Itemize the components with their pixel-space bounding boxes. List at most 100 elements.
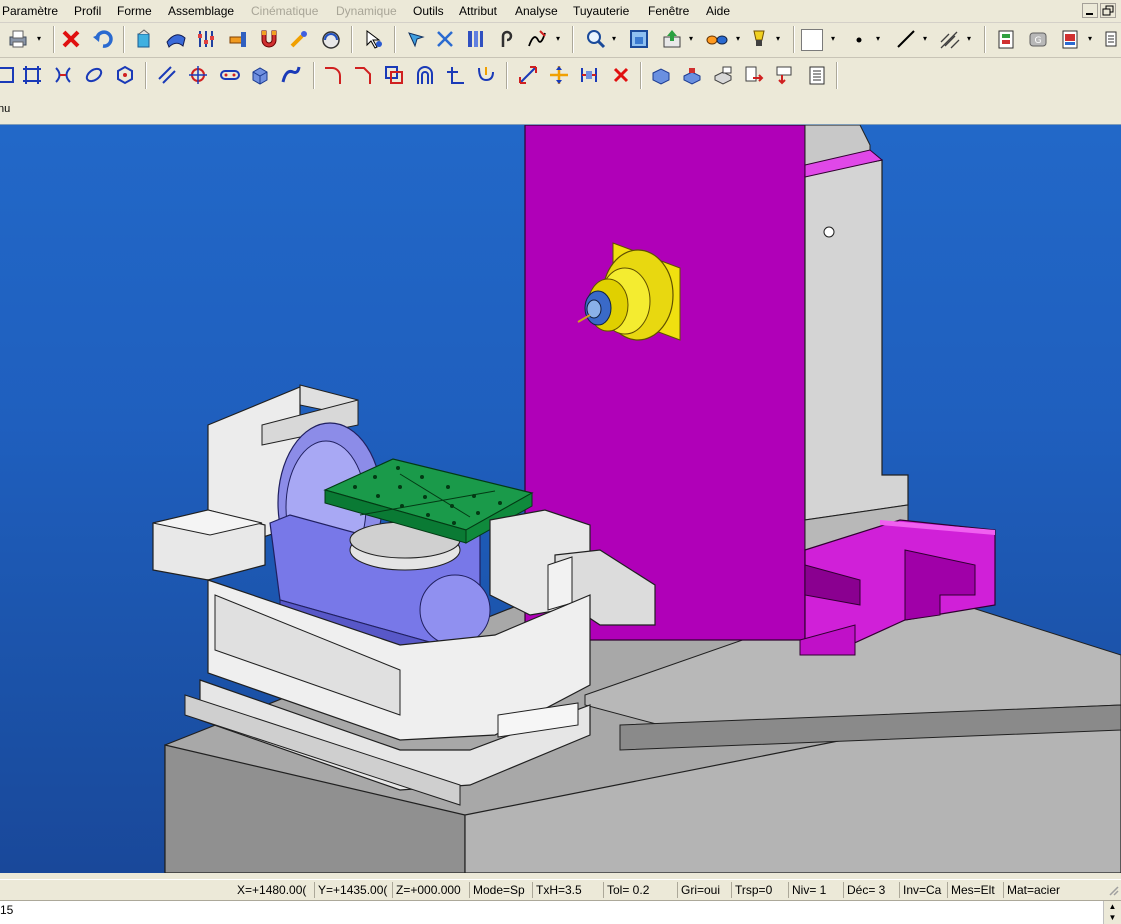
columns-icon[interactable] <box>463 27 487 51</box>
zoom-icon[interactable] <box>584 27 608 51</box>
polygon-icon[interactable] <box>113 63 137 87</box>
glasses-icon[interactable] <box>705 27 729 51</box>
align-icon[interactable] <box>577 63 601 87</box>
menu-assemblage[interactable]: Assemblage <box>168 4 234 18</box>
export-dropdown-icon[interactable]: ▾ <box>689 35 696 43</box>
measure-icon[interactable] <box>319 27 343 51</box>
union-icon[interactable] <box>382 63 406 87</box>
axes-icon[interactable] <box>443 63 467 87</box>
print-icon[interactable] <box>6 27 30 51</box>
dot-dropdown-icon[interactable]: ▾ <box>876 35 883 43</box>
svg-text:G: G <box>1035 36 1042 46</box>
hatch-icon[interactable] <box>938 27 962 51</box>
sliders-icon[interactable] <box>194 27 218 51</box>
menu-attribut[interactable]: Attribut <box>459 4 497 18</box>
trim-icon[interactable] <box>51 63 75 87</box>
zoom-dropdown-icon[interactable]: ▾ <box>612 35 619 43</box>
status-trsp: Trsp=0 <box>731 882 787 898</box>
restore-icon[interactable] <box>1100 3 1116 18</box>
doc-dropdown-icon[interactable]: ▾ <box>1088 35 1095 43</box>
menu-analyse[interactable]: Analyse <box>515 4 558 18</box>
status-tol: Tol= 0.2 <box>603 882 675 898</box>
cross-icon[interactable] <box>433 27 457 51</box>
3d-viewport[interactable] <box>0 125 1121 873</box>
status-txh: TxH=3.5 <box>532 882 604 898</box>
minimize-icon[interactable] <box>1082 3 1098 18</box>
list-icon[interactable] <box>805 63 829 87</box>
color-swatch[interactable] <box>801 29 823 51</box>
parallel-icon[interactable] <box>155 63 179 87</box>
menu-forme[interactable]: Forme <box>117 4 152 18</box>
hatch-dropdown-icon[interactable]: ▾ <box>967 35 974 43</box>
status-inv: Inv=Ca <box>899 882 947 898</box>
delete-icon[interactable] <box>59 27 83 51</box>
status-y: Y=+1435.00( <box>314 882 394 898</box>
target-icon[interactable] <box>186 63 210 87</box>
undo-icon[interactable] <box>91 27 115 51</box>
select-arrow-icon[interactable] <box>362 27 386 51</box>
toolbar-draw <box>0 59 1121 92</box>
wand-icon[interactable] <box>287 27 311 51</box>
dimension-icon[interactable] <box>516 63 540 87</box>
toolbar-main: ▾ ▾ ▾ ▾ ▾ ▾ ▾ ▾ ▾ ▾ G ▾ <box>0 23 1121 56</box>
layer-d-icon[interactable] <box>742 63 766 87</box>
status-z: Z=+000.000 <box>392 882 467 898</box>
command-text: 15 <box>0 903 14 917</box>
group-icon[interactable]: G <box>1026 27 1050 51</box>
machine-model <box>152 125 1121 873</box>
color-dropdown-icon[interactable]: ▾ <box>831 35 838 43</box>
lamp-icon[interactable] <box>747 27 771 51</box>
menu-dynamique[interactable]: Dynamique <box>336 4 397 18</box>
frame-icon[interactable] <box>20 63 44 87</box>
menu-aide[interactable]: Aide <box>706 4 730 18</box>
dot-style-icon[interactable] <box>847 27 871 51</box>
layer-b-icon[interactable] <box>680 63 704 87</box>
edit-dropdown-icon[interactable]: ▾ <box>556 35 563 43</box>
status-mode: Mode=Sp <box>469 882 531 898</box>
status-mat: Mat=acier <box>1003 882 1103 898</box>
close-red-icon[interactable] <box>609 63 633 87</box>
status-x: X=+1480.00( <box>237 883 307 897</box>
print-dropdown-icon[interactable]: ▾ <box>37 35 44 43</box>
spring-icon[interactable] <box>474 63 498 87</box>
menu-cinematique[interactable]: Cinématique <box>251 4 318 18</box>
menu-fenetre[interactable]: Fenêtre <box>648 4 689 18</box>
layer-c-icon[interactable] <box>711 63 735 87</box>
overflow-icon[interactable] <box>1099 27 1121 51</box>
chamfer-icon[interactable] <box>351 63 375 87</box>
rect-icon[interactable] <box>0 63 18 87</box>
fill-icon[interactable] <box>132 27 156 51</box>
line-style-icon[interactable] <box>894 27 918 51</box>
layer-a-icon[interactable] <box>649 63 673 87</box>
line-dropdown-icon[interactable]: ▾ <box>923 35 930 43</box>
command-line[interactable]: 15 ▲ ▼ <box>0 900 1121 924</box>
magnet-icon[interactable] <box>257 27 281 51</box>
menu-tuyauterie[interactable]: Tuyauterie <box>573 4 629 18</box>
stretch-icon[interactable] <box>164 27 188 51</box>
slot-icon[interactable] <box>218 63 242 87</box>
menu-profil[interactable]: Profil <box>74 4 101 18</box>
lamp-dropdown-icon[interactable]: ▾ <box>776 35 783 43</box>
edit-icon[interactable] <box>525 27 549 51</box>
command-scroll-icon[interactable]: ▲ ▼ <box>1103 901 1121 924</box>
menu-outils[interactable]: Outils <box>413 4 444 18</box>
sweep-icon[interactable] <box>279 63 303 87</box>
menu-bar: Paramètre Profil Forme Assemblage Cinéma… <box>0 0 1121 23</box>
select-point-icon[interactable] <box>403 27 427 51</box>
solid-icon[interactable] <box>248 63 272 87</box>
doc-icon[interactable] <box>1058 27 1082 51</box>
hammer-icon[interactable] <box>226 27 250 51</box>
layer-e-icon[interactable] <box>773 63 797 87</box>
fit-icon[interactable] <box>627 27 651 51</box>
document-tab[interactable]: nu <box>0 103 10 115</box>
layers-icon[interactable] <box>994 27 1018 51</box>
move-icon[interactable] <box>547 63 571 87</box>
glasses-dropdown-icon[interactable]: ▾ <box>736 35 743 43</box>
fillet-icon[interactable] <box>321 63 345 87</box>
hook-icon[interactable] <box>495 27 519 51</box>
ellipse-icon[interactable] <box>82 63 106 87</box>
arch-icon[interactable] <box>413 63 437 87</box>
menu-parametre[interactable]: Paramètre <box>2 4 58 18</box>
resize-grip-icon[interactable] <box>1107 884 1119 896</box>
export-icon[interactable] <box>660 27 684 51</box>
